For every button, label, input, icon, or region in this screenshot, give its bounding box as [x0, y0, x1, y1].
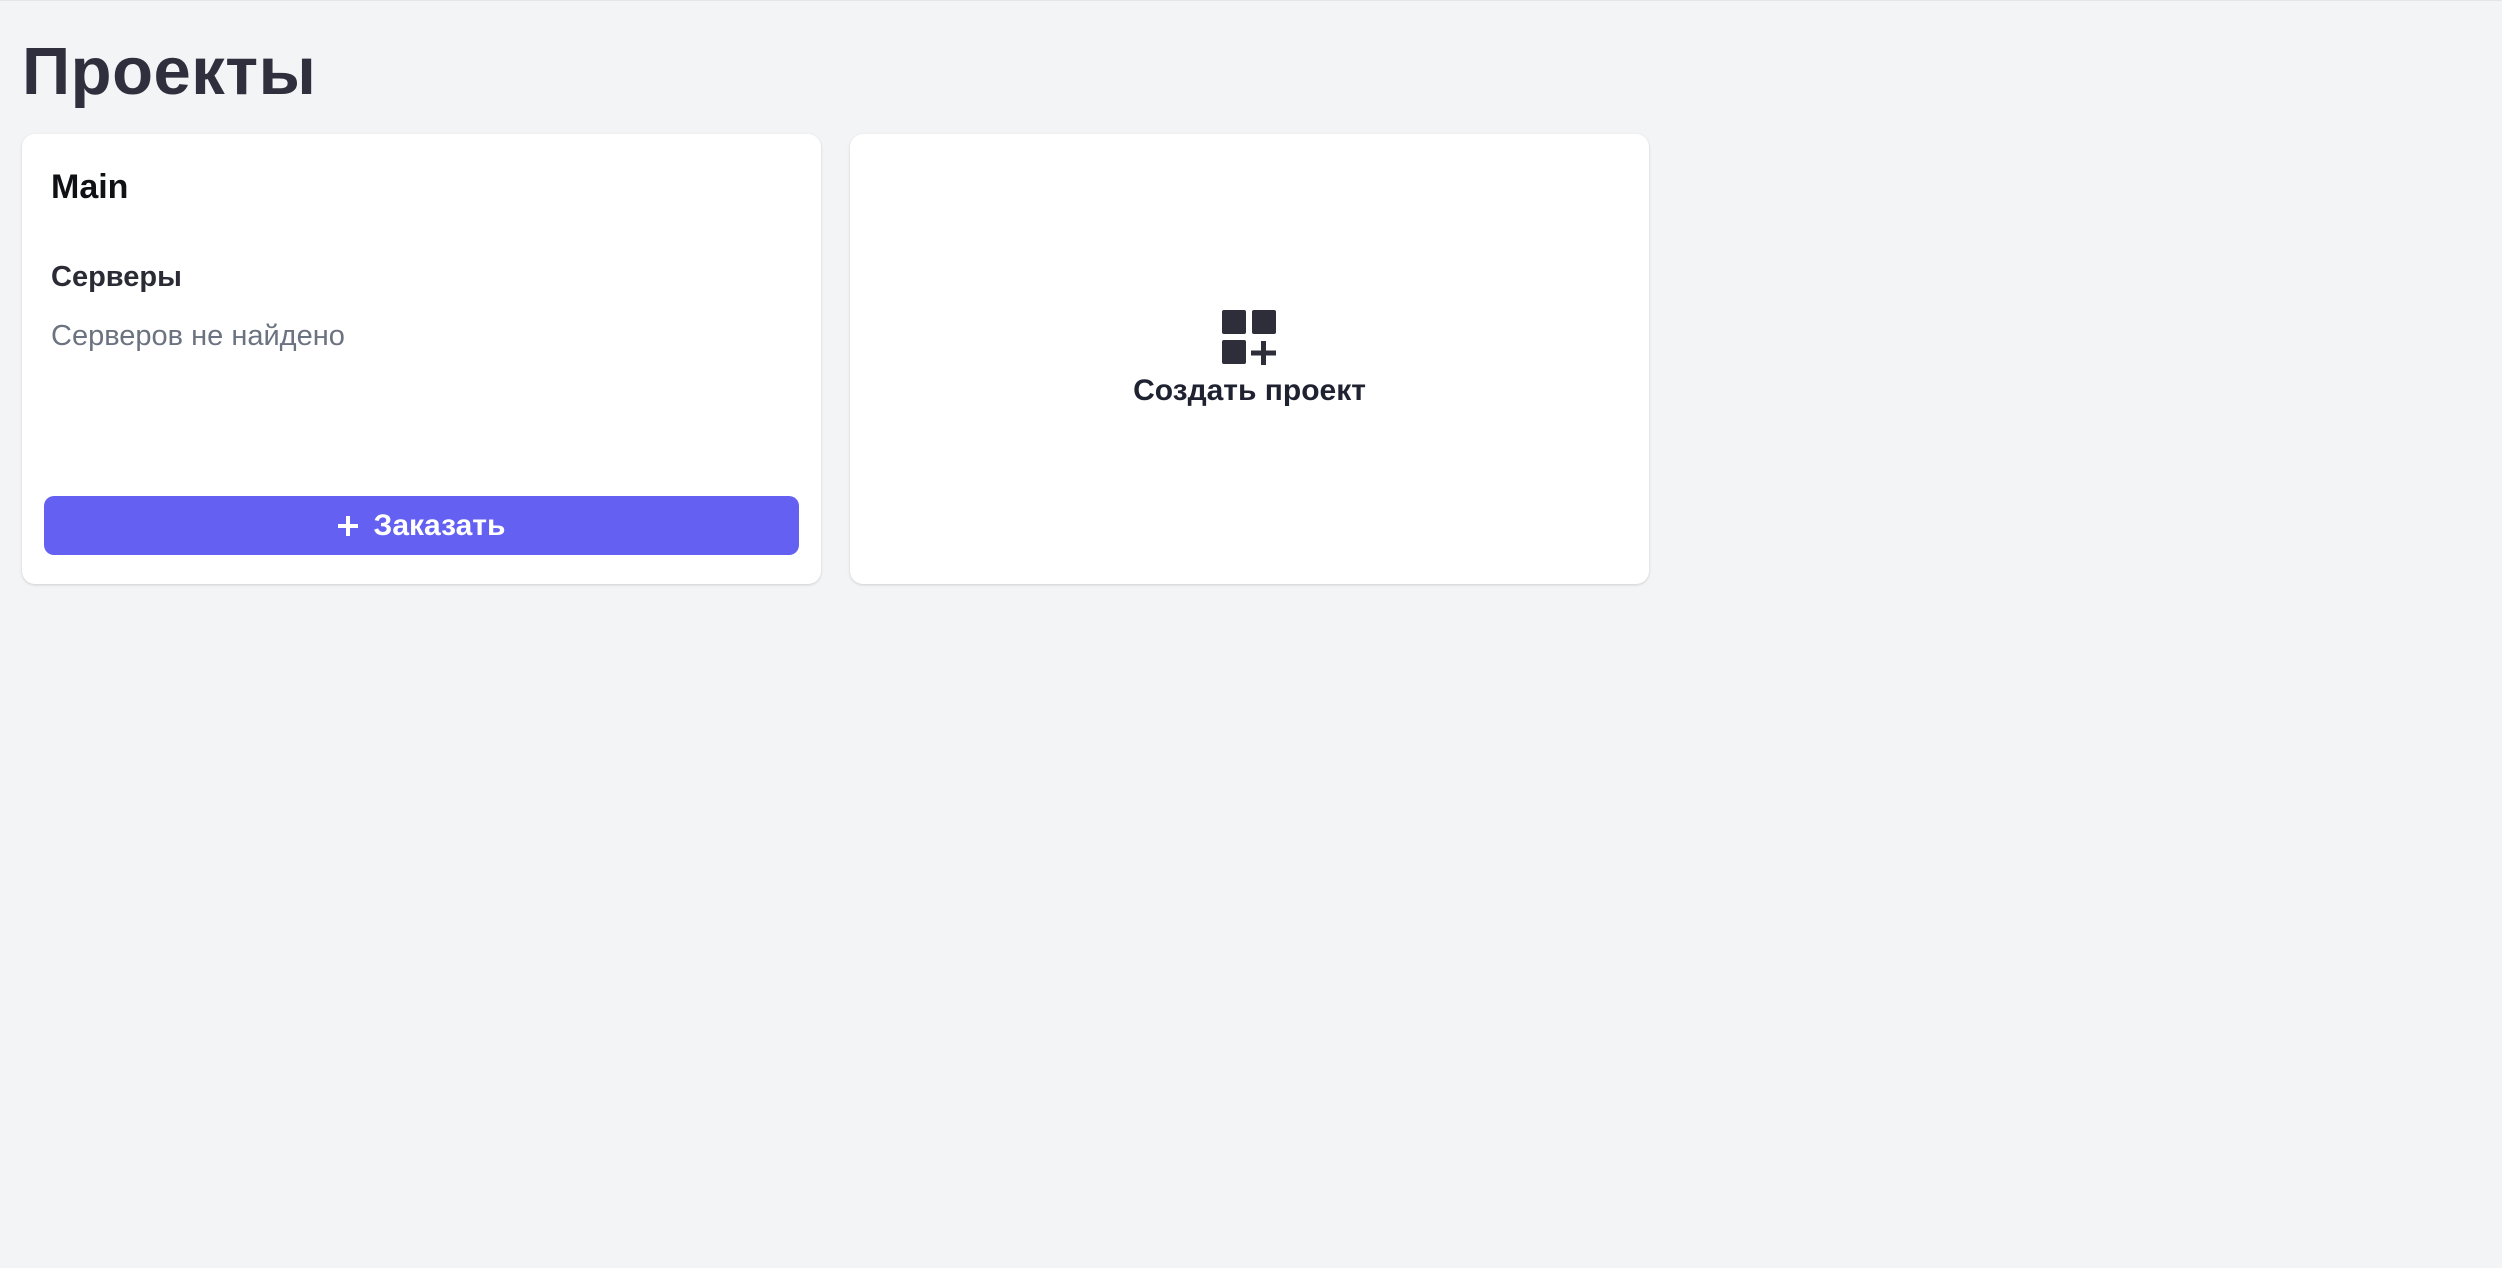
create-project-content: Создать проект — [850, 134, 1649, 584]
create-project-label: Создать проект — [1133, 374, 1366, 407]
project-card: Main Серверы Серверов не найдено Заказат… — [22, 134, 821, 584]
grid-plus-icon — [1221, 310, 1276, 365]
page-title: Проекты — [22, 34, 317, 109]
order-button[interactable]: Заказать — [44, 496, 799, 555]
top-divider — [0, 0, 2502, 5]
project-name: Main — [51, 168, 129, 206]
create-project-card[interactable]: Создать проект — [850, 134, 1649, 584]
order-button-label: Заказать — [373, 508, 506, 542]
plus-icon — [337, 515, 358, 536]
servers-heading: Серверы — [51, 261, 182, 293]
servers-empty-message: Серверов не найдено — [51, 320, 345, 352]
